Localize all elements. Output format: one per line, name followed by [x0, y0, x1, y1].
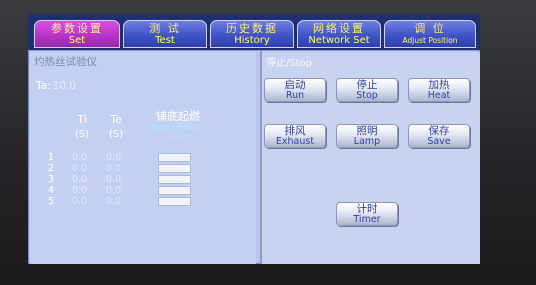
row-number: 2 — [48, 163, 55, 174]
exhaust-button-en: Exhaust — [275, 136, 315, 147]
ti-label: Ti — [77, 113, 87, 126]
heat-button[interactable]: 加热 Heat — [408, 78, 470, 102]
ti-value[interactable]: 0.0 — [72, 152, 87, 163]
ti-value[interactable]: 0.0 — [72, 196, 87, 207]
ti-value[interactable]: 0.0 — [72, 185, 87, 196]
save-button[interactable]: 保存 Save — [408, 124, 470, 148]
ta-value[interactable]: 10.0 — [53, 80, 76, 92]
te-value[interactable]: 0.0 — [106, 152, 121, 163]
te-value[interactable]: 0.0 — [106, 163, 121, 174]
ti-header: Ti (S) — [70, 112, 94, 142]
tab-history-en: History — [234, 35, 270, 46]
te-unit: (S) — [108, 129, 124, 140]
tab-bar: 参数设置 Set 测 试 Test 历史数据 History 网络设置 Netw… — [28, 14, 480, 50]
panel-title: 灼热丝试验仪 — [34, 56, 97, 68]
te-label: Te — [110, 113, 122, 126]
tab-test-cn: 测 试 — [149, 22, 181, 35]
te-value[interactable]: 0.0 — [106, 196, 121, 207]
row-number: 3 — [48, 174, 55, 185]
tab-adjust-position-en: Adjust Position — [402, 36, 458, 45]
te-header: Te (S) — [104, 112, 128, 142]
hmi-screen: 参数设置 Set 测 试 Test 历史数据 History 网络设置 Netw… — [28, 14, 480, 264]
ignite-checkbox[interactable] — [158, 164, 191, 173]
tab-history[interactable]: 历史数据 History — [210, 20, 294, 48]
ignite-en-1: Bottom material — [151, 123, 205, 131]
row-number: 4 — [48, 185, 55, 196]
ignite-checkbox[interactable] — [158, 153, 191, 162]
tab-set-cn: 参数设置 — [51, 22, 103, 35]
run-status: 停止/Stop — [266, 58, 313, 69]
ti-value[interactable]: 0.0 — [72, 174, 87, 185]
ignite-cn: 铺底起燃 — [156, 110, 200, 123]
exhaust-button[interactable]: 排风 Exhaust — [264, 124, 326, 148]
heat-button-en: Heat — [427, 90, 451, 101]
ignite-checkbox[interactable] — [158, 197, 191, 206]
ti-value[interactable]: 0.0 — [72, 163, 87, 174]
row-number: 5 — [48, 196, 55, 207]
lamp-button[interactable]: 照明 Lamp — [336, 124, 398, 148]
ta-readout: Ta: 10.0 — [36, 80, 76, 92]
ti-unit: (S) — [74, 129, 90, 140]
tab-set-en: Set — [68, 35, 86, 46]
ignite-en-2: ignite — [168, 131, 188, 139]
stop-button-en: Stop — [356, 90, 378, 101]
ignite-checkbox[interactable] — [158, 186, 191, 195]
control-panel: 停止/Stop 启动 Run 停止 Stop 加热 Heat 排风 Exhaus… — [262, 52, 480, 264]
te-value[interactable]: 0.0 — [106, 174, 121, 185]
tab-network-set-cn: 网络设置 — [313, 22, 365, 35]
ignite-checkbox[interactable] — [158, 175, 191, 184]
save-button-en: Save — [427, 136, 451, 147]
header-divider — [28, 50, 480, 51]
tab-adjust-position-cn: 调 位 — [414, 22, 446, 35]
te-value[interactable]: 0.0 — [106, 185, 121, 196]
tab-adjust-position[interactable]: 调 位 Adjust Position — [384, 20, 476, 48]
tab-network-set[interactable]: 网络设置 Network Set — [297, 20, 381, 48]
tab-test[interactable]: 测 试 Test — [123, 20, 207, 48]
ignite-header: 铺底起燃 Bottom material ignite — [140, 110, 216, 139]
timer-button[interactable]: 计时 Timer — [336, 202, 398, 226]
tab-network-set-en: Network Set — [308, 35, 370, 46]
timer-button-en: Timer — [353, 214, 381, 225]
tab-set[interactable]: 参数设置 Set — [34, 20, 120, 48]
run-button[interactable]: 启动 Run — [264, 78, 326, 102]
row-number: 1 — [48, 152, 55, 163]
run-button-en: Run — [285, 90, 305, 101]
ta-label: Ta: — [36, 80, 51, 92]
tab-history-cn: 历史数据 — [226, 22, 278, 35]
test-params-panel: 灼热丝试验仪 Ta: 10.0 Ti (S) Te (S) 铺底起燃 Bottom… — [30, 52, 256, 264]
stop-button[interactable]: 停止 Stop — [336, 78, 398, 102]
lamp-button-en: Lamp — [353, 136, 381, 147]
tab-test-en: Test — [155, 35, 175, 46]
